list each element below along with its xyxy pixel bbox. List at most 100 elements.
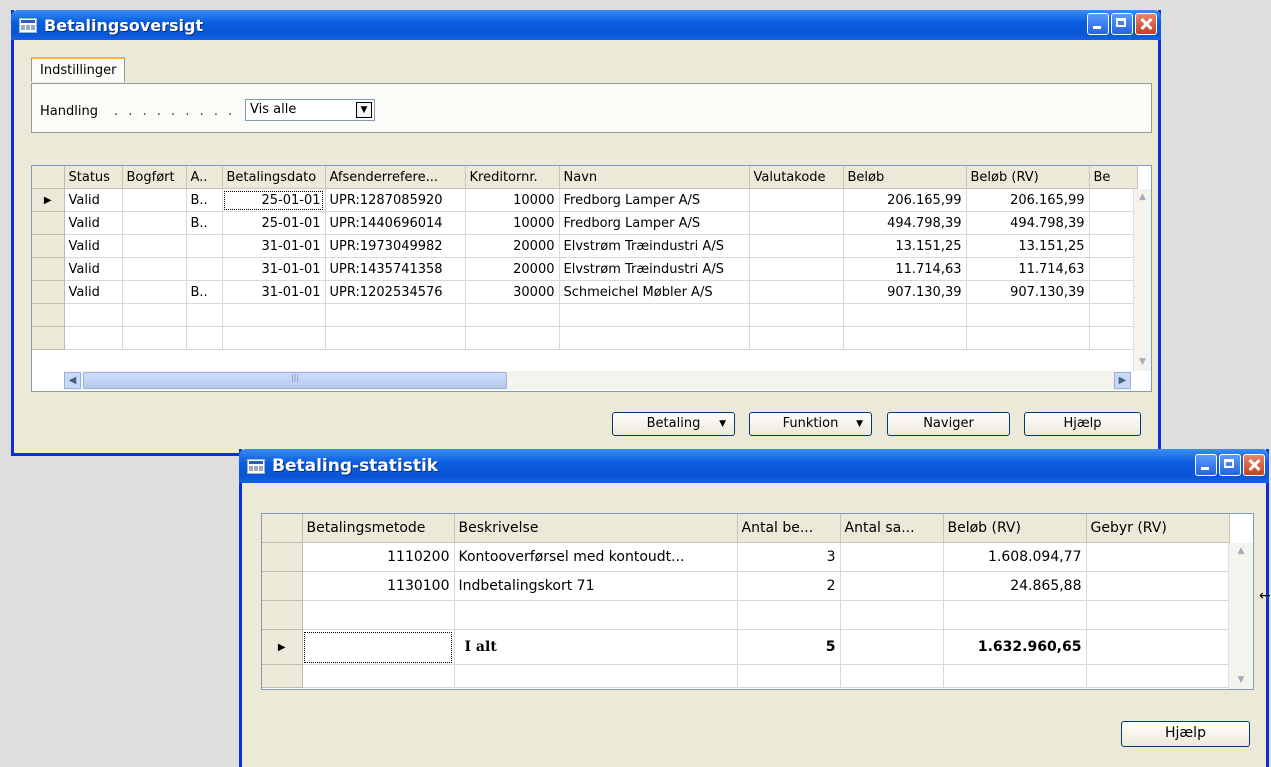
horizontal-scrollbar[interactable]: ◀ ||| ▶ <box>64 371 1131 390</box>
cell-antal-sa[interactable] <box>840 571 944 601</box>
maximize-button[interactable] <box>1111 13 1133 35</box>
cell-antal-sa[interactable] <box>840 629 944 665</box>
betaling-button[interactable]: Betaling ▼ <box>612 412 735 436</box>
close-button[interactable] <box>1243 454 1265 476</box>
cell-status[interactable]: Valid <box>64 234 123 258</box>
cell-a[interactable] <box>186 326 223 350</box>
cell-antal-be[interactable]: 3 <box>737 542 841 572</box>
cell-be[interactable] <box>1089 326 1138 350</box>
cell-bogfoert[interactable] <box>122 188 187 212</box>
funktion-button[interactable]: Funktion ▼ <box>749 412 872 436</box>
help-button[interactable]: Hjælp <box>1024 412 1141 436</box>
cell-a[interactable] <box>186 303 223 327</box>
cell-afsenderreference[interactable]: UPR:1440696014 <box>325 211 466 235</box>
col-bogfoert[interactable]: Bogført <box>122 166 187 189</box>
cell-kreditornr[interactable]: 10000 <box>465 211 560 235</box>
row-selector[interactable] <box>32 257 65 281</box>
cell-beloeb[interactable]: 11.714,63 <box>843 257 967 281</box>
table-row[interactable] <box>32 326 1138 350</box>
cell-beloeb-rv[interactable] <box>966 303 1090 327</box>
minimize-button[interactable] <box>1087 13 1109 35</box>
cell-afsenderreference[interactable]: UPR:1202534576 <box>325 280 466 304</box>
minimize-button[interactable] <box>1195 454 1217 476</box>
cell-valutakode[interactable] <box>749 257 844 281</box>
cell-a[interactable]: B.. <box>186 211 223 235</box>
cell-valutakode[interactable] <box>749 303 844 327</box>
row-selector[interactable] <box>262 542 303 572</box>
cell-beloeb-rv[interactable]: 1.632.960,65 <box>943 629 1087 665</box>
table-row[interactable]: Valid 31-01-01 UPR:1973049982 20000 Elvstrøm… <box>32 234 1138 258</box>
row-selector[interactable] <box>32 280 65 304</box>
cell-be[interactable] <box>1089 257 1138 281</box>
cell-a[interactable] <box>186 234 223 258</box>
handling-select[interactable]: Vis alle ▼ <box>245 99 375 121</box>
row-selector[interactable] <box>32 234 65 258</box>
col-betalingsmetode[interactable]: Betalingsmetode <box>302 514 455 543</box>
cell-betalingsmetode[interactable]: 1130100 <box>302 571 455 601</box>
scroll-down-icon[interactable]: ▼ <box>1134 354 1151 371</box>
cell-betalingsmetode[interactable] <box>302 629 455 665</box>
cell-beloeb[interactable]: 13.151,25 <box>843 234 967 258</box>
vertical-scrollbar[interactable]: ▲ ▼ <box>1228 543 1253 689</box>
scroll-up-icon[interactable]: ▲ <box>1229 543 1253 560</box>
col-be[interactable]: Be <box>1089 166 1138 189</box>
scroll-right-icon[interactable]: ▶ <box>1114 372 1131 389</box>
current-row-indicator-icon[interactable]: ▶ <box>262 629 303 665</box>
col-a[interactable]: A.. <box>186 166 223 189</box>
cell-status[interactable]: Valid <box>64 280 123 304</box>
help-button[interactable]: Hjælp <box>1121 721 1250 747</box>
cell-valutakode[interactable] <box>749 211 844 235</box>
col-betalingsdato[interactable]: Betalingsdato <box>222 166 326 189</box>
cell-status[interactable] <box>64 326 123 350</box>
scroll-left-icon[interactable]: ◀ <box>64 372 81 389</box>
cell-betalingsdato[interactable] <box>222 303 326 327</box>
col-kreditornr[interactable]: Kreditornr. <box>465 166 560 189</box>
cell-betalingsmetode[interactable]: 1110200 <box>302 542 455 572</box>
cell-beloeb-rv[interactable]: 494.798,39 <box>966 211 1090 235</box>
cell-valutakode[interactable] <box>749 234 844 258</box>
cell-beloeb-rv[interactable]: 11.714,63 <box>966 257 1090 281</box>
table-row[interactable] <box>32 303 1138 327</box>
current-row-indicator-icon[interactable]: ▶ <box>32 188 65 212</box>
cell-status[interactable]: Valid <box>64 257 123 281</box>
cell-kreditornr[interactable] <box>465 326 560 350</box>
cell-beloeb[interactable]: 494.798,39 <box>843 211 967 235</box>
cell-navn[interactable] <box>559 303 750 327</box>
cell-beloeb-rv[interactable] <box>966 326 1090 350</box>
cell-navn[interactable]: Schmeichel Møbler A/S <box>559 280 750 304</box>
cell-antal-be[interactable]: 2 <box>737 571 841 601</box>
cell-a[interactable]: B.. <box>186 280 223 304</box>
title-bar[interactable]: Betalingsoversigt <box>11 10 1161 40</box>
cell-be[interactable] <box>1089 280 1138 304</box>
col-valutakode[interactable]: Valutakode <box>749 166 844 189</box>
naviger-button[interactable]: Naviger <box>887 412 1010 436</box>
table-row[interactable]: Valid B.. 31-01-01 UPR:1202534576 30000 Schme… <box>32 280 1138 304</box>
cell-afsenderreference[interactable]: UPR:1973049982 <box>325 234 466 258</box>
cell-status[interactable] <box>64 303 123 327</box>
cell-beloeb[interactable] <box>843 303 967 327</box>
table-row[interactable]: 1110200 Kontooverførsel med kontoudt... … <box>262 542 1230 572</box>
table-row[interactable] <box>262 600 1230 630</box>
cell-kreditornr[interactable]: 30000 <box>465 280 560 304</box>
table-row[interactable] <box>262 664 1230 688</box>
cell-beloeb[interactable]: 206.165,99 <box>843 188 967 212</box>
cell-a[interactable]: B.. <box>186 188 223 212</box>
cell-antal-be[interactable]: 5 <box>737 629 841 665</box>
cell-navn[interactable]: Elvstrøm Træindustri A/S <box>559 234 750 258</box>
cell-a[interactable] <box>186 257 223 281</box>
maximize-button[interactable] <box>1219 454 1241 476</box>
table-row[interactable]: Valid 31-01-01 UPR:1435741358 20000 Elvstrøm… <box>32 257 1138 281</box>
cell-bogfoert[interactable] <box>122 211 187 235</box>
table-row[interactable]: Valid B.. 25-01-01 UPR:1440696014 10000 Fredb… <box>32 211 1138 235</box>
col-antal-sa[interactable]: Antal sa... <box>840 514 944 543</box>
cell-betalingsdato[interactable]: 31-01-01 <box>222 280 326 304</box>
cell-beloeb-rv[interactable]: 907.130,39 <box>966 280 1090 304</box>
cell-bogfoert[interactable] <box>122 257 187 281</box>
cell-kreditornr[interactable] <box>465 303 560 327</box>
cell-valutakode[interactable] <box>749 188 844 212</box>
scroll-up-icon[interactable]: ▲ <box>1134 189 1151 206</box>
cell-navn[interactable]: Fredborg Lamper A/S <box>559 188 750 212</box>
table-row[interactable]: 1130100 Indbetalingskort 71 2 24.865,88 <box>262 571 1230 601</box>
cell-afsenderreference[interactable] <box>325 326 466 350</box>
col-gebyr-rv[interactable]: Gebyr (RV) <box>1086 514 1230 543</box>
